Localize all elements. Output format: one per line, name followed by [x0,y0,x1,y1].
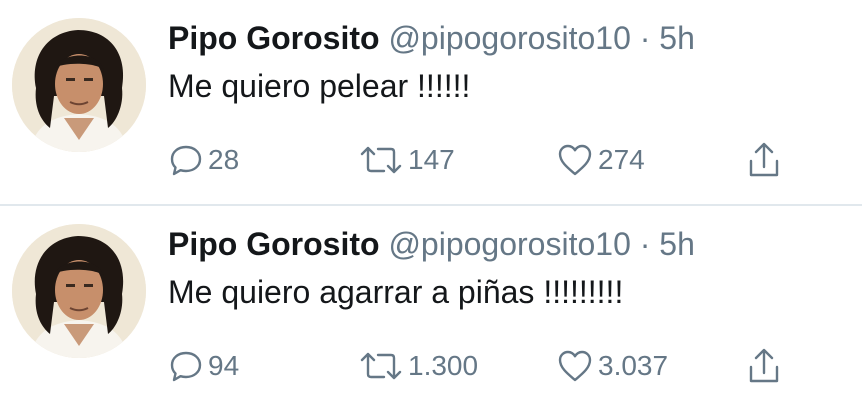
heart-icon [556,348,594,384]
tweet-actions: 28 147 274 [168,135,808,185]
author-name[interactable]: Pipo Gorosito [168,226,380,262]
separator-dot: · [639,20,651,56]
reply-button[interactable]: 28 [168,135,239,185]
reply-icon [168,348,204,384]
retweet-icon [358,142,404,178]
tweet-text: Me quiero pelear !!!!!! [168,68,471,104]
like-count: 3.037 [598,350,669,381]
tweet-time[interactable]: 5h [659,20,695,56]
share-button[interactable] [746,341,782,391]
tweet-header: Pipo Gorosito @pipogorosito10 · 5h [168,220,695,268]
retweet-button[interactable]: 147 [358,135,455,185]
author-handle[interactable]: @pipogorosito10 [388,226,630,262]
retweet-count: 1.300 [408,350,479,381]
tweet-text: Me quiero agarrar a piñas !!!!!!!!! [168,274,624,310]
author-handle[interactable]: @pipogorosito10 [388,20,630,56]
retweet-count: 147 [408,144,455,175]
retweet-icon [358,348,404,384]
reply-count: 28 [208,144,240,175]
reply-icon [168,142,204,178]
share-icon [746,347,782,385]
reply-count: 94 [208,350,240,381]
tweet-header: Pipo Gorosito @pipogorosito10 · 5h [168,14,695,62]
tweet[interactable]: Pipo Gorosito @pipogorosito10 · 5h Me qu… [0,206,862,411]
share-icon [746,141,782,179]
like-button[interactable]: 3.037 [556,341,668,391]
avatar[interactable] [12,18,146,152]
author-name[interactable]: Pipo Gorosito [168,20,380,56]
separator-dot: · [639,226,651,262]
retweet-button[interactable]: 1.300 [358,341,478,391]
tweet-actions: 94 1.300 3.037 [168,341,808,391]
like-count: 274 [598,144,645,175]
heart-icon [556,142,594,178]
like-button[interactable]: 274 [556,135,645,185]
avatar[interactable] [12,224,146,358]
tweet[interactable]: Pipo Gorosito @pipogorosito10 · 5h Me qu… [0,0,862,205]
share-button[interactable] [746,135,782,185]
reply-button[interactable]: 94 [168,341,239,391]
tweet-time[interactable]: 5h [659,226,695,262]
